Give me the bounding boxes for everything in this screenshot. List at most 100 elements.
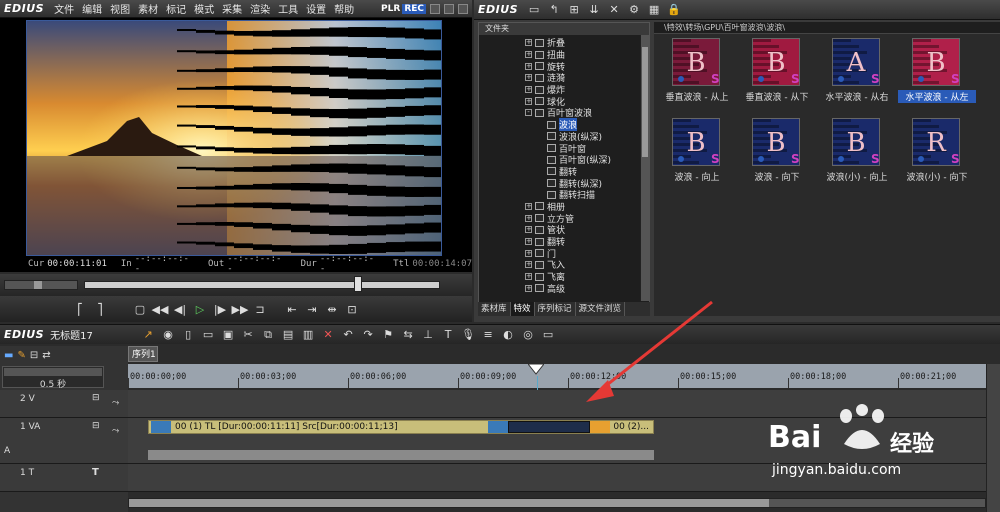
step-back-icon[interactable]: ◀| <box>170 300 190 318</box>
tree-icon[interactable]: ⊞ <box>564 1 584 19</box>
mixer-icon[interactable]: ≡ <box>478 326 498 344</box>
menu-capture[interactable]: 采集 <box>218 1 246 16</box>
audio-waveform-strip[interactable] <box>148 450 654 460</box>
tree-item[interactable]: 波浪(纵深) <box>525 131 640 143</box>
tree-item[interactable]: + 扭曲 <box>525 49 640 61</box>
close-icon[interactable] <box>458 3 468 14</box>
expander-icon[interactable]: + <box>525 249 532 257</box>
menu-render[interactable]: 渲染 <box>246 1 274 16</box>
view-icon[interactable]: ▦ <box>644 1 664 19</box>
tree-item[interactable]: + 涟漪 <box>525 72 640 84</box>
timeline-clip[interactable]: 00 (1) TL [Dur:00:00:11:11] Src[Dur:00:0… <box>148 420 654 434</box>
tree-item[interactable]: + 翻转 <box>525 236 640 248</box>
save-icon[interactable]: ▣ <box>218 326 238 344</box>
expander-icon[interactable]: + <box>525 202 532 210</box>
color-icon[interactable]: ◐ <box>498 326 518 344</box>
timeline-v-scrollbar[interactable] <box>986 364 1000 512</box>
tree-item[interactable]: + 立方管 <box>525 212 640 225</box>
render-icon[interactable]: ◎ <box>518 326 538 344</box>
track-head-2v[interactable]: 2 V ⊟ ⤳ <box>0 390 128 418</box>
expander-icon[interactable]: + <box>525 261 532 269</box>
track-1va-sync-icon[interactable]: ⤳ <box>112 426 119 436</box>
expander-icon[interactable]: + <box>525 62 532 70</box>
mode-icon[interactable]: ↗ <box>138 326 158 344</box>
effect-thumbnail[interactable]: AS <box>832 38 880 86</box>
rewind-icon[interactable]: ◀◀ <box>150 300 170 318</box>
rec-label[interactable]: REC <box>402 3 426 14</box>
track-2v-toggle-icon[interactable]: ⊟ <box>92 393 100 403</box>
split-icon[interactable]: ⊥ <box>418 326 438 344</box>
tree-item[interactable]: + 爆炸 <box>525 84 640 96</box>
stop-icon[interactable]: ▢ <box>130 300 150 318</box>
marker-icon[interactable]: ⚑ <box>378 326 398 344</box>
minimize-icon[interactable] <box>430 3 440 14</box>
tree-scrollbar[interactable] <box>640 35 649 301</box>
track-head-1t[interactable]: 1 T T <box>0 464 128 492</box>
menu-marker[interactable]: 标记 <box>162 1 190 16</box>
mic-icon[interactable]: 🎙 <box>458 326 478 344</box>
timeline-cursor[interactable] <box>526 363 546 376</box>
track-tool-2-icon[interactable]: ✎ <box>17 350 25 361</box>
seek-bar[interactable] <box>84 281 440 289</box>
undo-icon[interactable]: ↶ <box>338 326 358 344</box>
insert-icon[interactable]: ⇤ <box>282 300 302 318</box>
playhead-handle[interactable] <box>354 276 362 292</box>
tree-item[interactable]: + 管状 <box>525 224 640 236</box>
zoom-slider[interactable] <box>4 368 102 376</box>
tree-item[interactable]: 翻转扫描 <box>525 189 640 201</box>
capture-icon[interactable]: ◉ <box>158 326 178 344</box>
track-1va-audio-icon[interactable]: A <box>4 446 10 456</box>
expander-icon[interactable]: + <box>525 273 532 281</box>
expander-icon[interactable]: + <box>525 238 532 246</box>
expander-icon[interactable]: + <box>525 284 532 292</box>
expander-icon[interactable]: + <box>525 214 532 222</box>
up-icon[interactable]: ↰ <box>544 1 564 19</box>
new-icon[interactable]: ▯ <box>178 326 198 344</box>
set-in-icon[interactable]: ⎡ <box>70 300 90 318</box>
maximize-icon[interactable] <box>444 3 454 14</box>
open-icon[interactable]: ▭ <box>198 326 218 344</box>
tree-item[interactable]: + 飞入 <box>525 259 640 271</box>
track-tool-4-icon[interactable]: ⇄ <box>42 350 50 361</box>
expander-icon[interactable]: - <box>525 109 532 117</box>
menu-clip[interactable]: 素材 <box>134 1 162 16</box>
tree-item[interactable]: 百叶窗 <box>525 142 640 155</box>
tab-effects[interactable]: 特效 <box>510 302 535 316</box>
menu-view[interactable]: 视图 <box>106 1 134 16</box>
tree-item[interactable]: 百叶窗(纵深) <box>525 154 640 166</box>
plr-rec-toggle[interactable]: PLR REC <box>381 3 472 14</box>
timeline-h-scroll-thumb[interactable] <box>129 499 769 507</box>
track-head-1va[interactable]: 1 VA ⊟ ⤳ A <box>0 418 128 464</box>
expander-icon[interactable]: + <box>525 51 532 59</box>
zoom-control[interactable]: 0.5 秒 <box>2 366 104 390</box>
tree-scroll-thumb[interactable] <box>642 47 648 157</box>
effect-thumbnail[interactable]: BS <box>912 38 960 86</box>
tree-item[interactable]: + 相册 <box>525 201 640 213</box>
expander-icon[interactable]: + <box>525 226 532 234</box>
tab-source-browser[interactable]: 源文件浏览 <box>576 302 626 316</box>
move-icon[interactable]: ⇊ <box>584 1 604 19</box>
set-out-icon[interactable]: ⎤ <box>90 300 110 318</box>
tree-item[interactable]: + 飞离 <box>525 271 640 283</box>
effect-thumbnail[interactable]: BS <box>672 38 720 86</box>
delete-clip-icon[interactable]: ✕ <box>318 326 338 344</box>
tree-item[interactable]: 翻转(纵深) <box>525 177 640 190</box>
sync-icon[interactable]: ⇆ <box>398 326 418 344</box>
tab-bin[interactable]: 素材库 <box>478 302 511 316</box>
folder-icon[interactable]: ▭ <box>524 1 544 19</box>
menu-help[interactable]: 帮助 <box>330 1 358 16</box>
output-icon[interactable]: ⊡ <box>342 300 362 318</box>
expander-icon[interactable]: + <box>525 74 532 82</box>
effect-thumbnail[interactable]: BS <box>672 118 720 166</box>
title-track-icon[interactable]: T <box>92 467 99 478</box>
tree-item[interactable]: 翻转 <box>525 166 640 178</box>
cut-icon[interactable]: ✂ <box>238 326 258 344</box>
menu-mode[interactable]: 模式 <box>190 1 218 16</box>
expander-icon[interactable]: + <box>525 39 532 47</box>
tree-item[interactable]: 波浪 <box>525 118 640 132</box>
ripple-icon[interactable]: ▥ <box>298 326 318 344</box>
track-tool-1-icon[interactable]: ▬ <box>4 350 13 361</box>
track-tool-3-icon[interactable]: ⊟ <box>30 350 38 361</box>
copy-icon[interactable]: ⧉ <box>258 326 278 344</box>
text-icon[interactable]: T <box>438 326 458 344</box>
